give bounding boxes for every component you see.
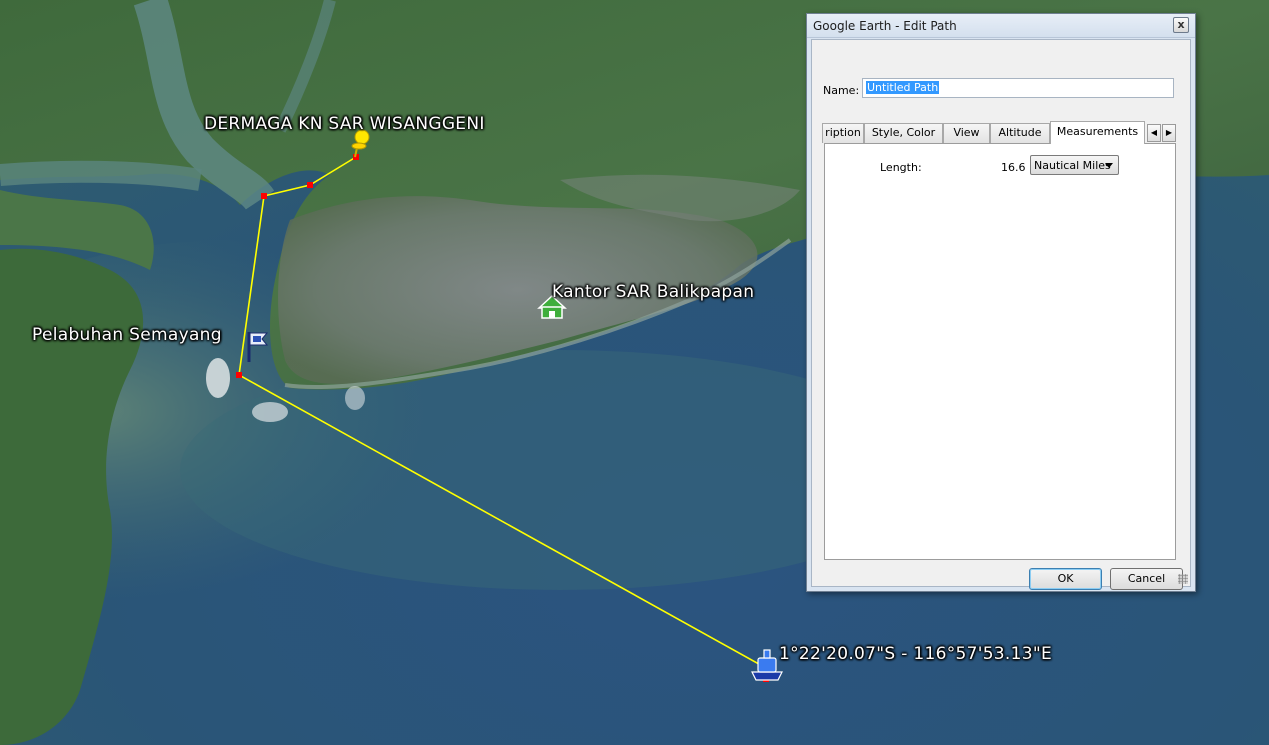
tab-measurements[interactable]: Measurements xyxy=(1050,121,1145,144)
close-icon: x xyxy=(1177,18,1185,31)
name-input-value: Untitled Path xyxy=(866,81,940,94)
units-selected: Nautical Miles xyxy=(1034,159,1111,172)
tab-style-color[interactable]: Style, Color xyxy=(864,123,943,143)
dialog-body: Name: Untitled Path ription Style, Color… xyxy=(811,39,1191,590)
dialog-titlebar[interactable]: Google Earth - Edit Path x xyxy=(807,14,1195,38)
chevron-down-icon xyxy=(1105,163,1113,168)
tab-scroll-left-icon[interactable]: ◀ xyxy=(1147,124,1161,142)
dermaga-label[interactable]: DERMAGA KN SAR WISANGGENI xyxy=(204,114,485,134)
close-button[interactable]: x xyxy=(1173,17,1189,33)
tab-strip: ription Style, Color View Altitude Measu… xyxy=(822,121,1176,144)
cancel-button[interactable]: Cancel xyxy=(1110,568,1183,590)
name-input[interactable]: Untitled Path xyxy=(862,78,1174,98)
ok-button[interactable]: OK xyxy=(1029,568,1102,590)
dialog-title: Google Earth - Edit Path xyxy=(813,19,957,33)
tab-scroll-right-icon[interactable]: ▶ xyxy=(1162,124,1176,142)
kantor-sar-label[interactable]: Kantor SAR Balikpapan xyxy=(552,282,754,302)
tab-view[interactable]: View xyxy=(943,123,990,143)
coordinate-label[interactable]: 1°22'20.07"S - 116°57'53.13"E xyxy=(779,644,1052,664)
resize-grip-icon[interactable] xyxy=(1178,574,1188,584)
pelabuhan-label[interactable]: Pelabuhan Semayang xyxy=(32,325,222,345)
tab-description[interactable]: ription xyxy=(822,123,864,143)
length-value: 16.6 xyxy=(1001,161,1026,174)
name-label: Name: xyxy=(823,84,860,97)
units-dropdown[interactable]: Nautical Miles xyxy=(1030,155,1119,175)
tab-altitude[interactable]: Altitude xyxy=(990,123,1050,143)
measurements-panel: Length: 16.6 Nautical Miles xyxy=(824,143,1176,560)
edit-path-dialog: Google Earth - Edit Path x Name: Untitle… xyxy=(806,13,1196,592)
length-label: Length: xyxy=(880,161,922,174)
